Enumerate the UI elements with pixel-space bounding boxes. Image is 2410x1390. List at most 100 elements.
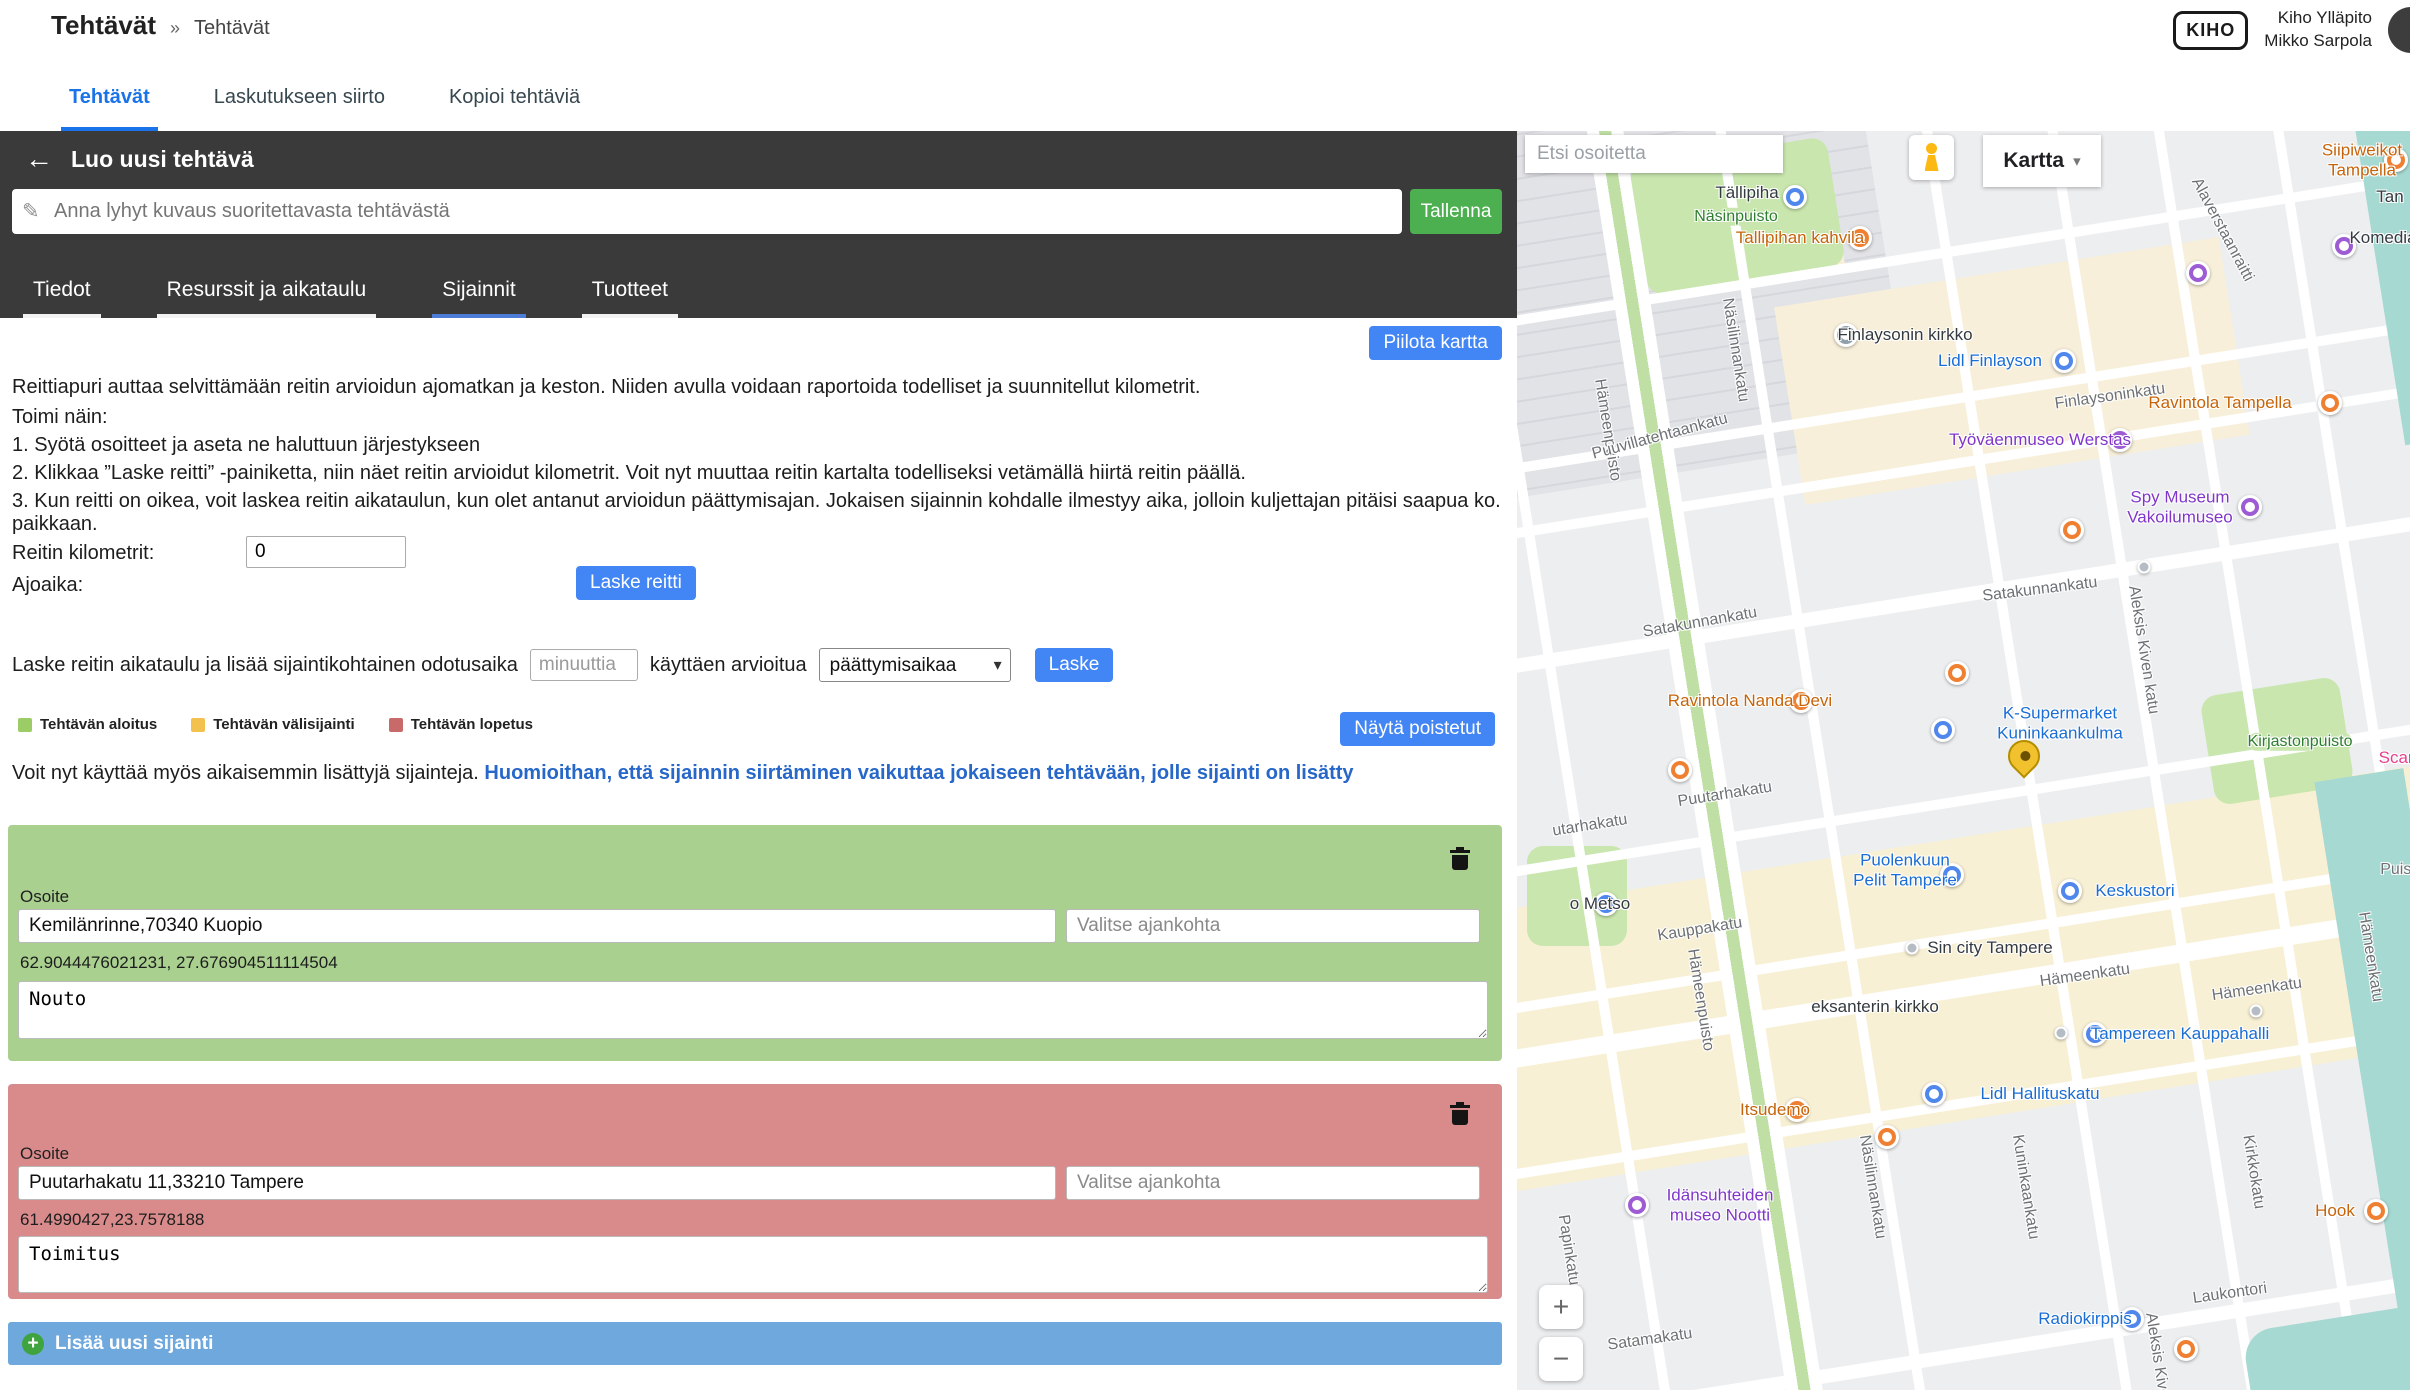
map-label: Ravintola Nanda Devi: [1668, 691, 1832, 711]
route-step-1: 1. Syötä osoitteet ja aseta ne haluttuun…: [12, 434, 480, 457]
map-label: Hämeenpuisto: [1683, 948, 1717, 1053]
map-label: Kirjastonpuisto: [2248, 733, 2353, 751]
locations-note-warning[interactable]: Huomioithan, että sijainnin siirtäminen …: [484, 762, 1353, 784]
user-area: KIHO Kiho Ylläpito Mikko Sarpola: [2173, 0, 2410, 66]
locations-content: Piilota kartta Reittiapuri auttaa selvit…: [0, 318, 1517, 1390]
kiho-logo: KIHO: [2173, 11, 2248, 50]
map-label: Näsinpuisto: [1694, 208, 1778, 226]
map-label: Radiokirppis: [2038, 1309, 2132, 1329]
legend-waypoint: Tehtävän välisijainti: [191, 716, 354, 733]
map-label: Itsudemo: [1740, 1100, 1810, 1120]
legend-start: Tehtävän aloitus: [18, 716, 157, 733]
avatar[interactable]: [2388, 7, 2410, 53]
trash-icon[interactable]: [1450, 847, 1470, 871]
wait-minutes-input[interactable]: [530, 649, 638, 681]
legend-end-swatch: [389, 718, 403, 732]
address-input[interactable]: [18, 909, 1056, 943]
map-label: Papinkatu: [1553, 1213, 1582, 1286]
back-icon[interactable]: ←: [25, 143, 53, 175]
map-label: Aleksis Kiven katu: [2141, 1311, 2179, 1390]
tab-resurssit[interactable]: Resurssit ja aikataulu: [157, 278, 377, 318]
map-label: utarhakatu: [1551, 811, 1629, 841]
route-steps-title: Toimi näin:: [12, 406, 108, 429]
breadcrumb: Tehtävät » Tehtävät: [51, 10, 270, 41]
pencil-icon: ✎: [22, 199, 40, 224]
map-label: Puuvillatehtaankatu: [1590, 410, 1730, 464]
zoom-in-button[interactable]: +: [1539, 1285, 1583, 1329]
map[interactable]: TällipihaNäsinpuistoTallipihan kahvilaSi…: [1517, 131, 2410, 1390]
tab-laskutukseen-siirto[interactable]: Laskutukseen siirto: [206, 67, 393, 131]
coordinates: 62.9044476021231, 27.676904511114504: [20, 953, 338, 973]
route-km-label: Reitin kilometrit:: [12, 542, 154, 565]
map-label: Puutarhakatu: [1677, 778, 1774, 811]
map-label: K-Supermarket Kuninkaankulma: [1997, 703, 2123, 742]
route-intro: Reittiapuri auttaa selvittämään reitin a…: [12, 376, 1200, 399]
save-button[interactable]: Tallenna: [1410, 189, 1502, 234]
address-input[interactable]: [18, 1166, 1056, 1200]
user-name: Mikko Sarpola: [2264, 30, 2372, 53]
map-label: Hämeenkatu: [2354, 911, 2386, 1003]
panel-tabs: Tiedot Resurssit ja aikataulu Sijainnit …: [0, 278, 678, 318]
map-label: Tällipiha: [1715, 183, 1778, 203]
calculate-schedule-button[interactable]: Laske: [1035, 648, 1114, 682]
drive-time-label: Ajoaika:: [12, 574, 83, 597]
map-label: Lidl Finlayson: [1938, 351, 2042, 371]
map-label: Puist: [2380, 861, 2410, 879]
map-label: Scan: [2379, 748, 2410, 768]
map-label: Näsilinnankatu: [1855, 1134, 1890, 1241]
map-label: Hook: [2315, 1201, 2355, 1221]
map-label: Keskustori: [2095, 881, 2174, 901]
main-tabs: Tehtävät Laskutukseen siirto Kopioi teht…: [61, 67, 588, 131]
tab-sijainnit[interactable]: Sijainnit: [432, 278, 526, 318]
hide-map-button[interactable]: Piilota kartta: [1369, 326, 1502, 360]
calculate-route-button[interactable]: Laske reitti: [576, 566, 696, 600]
map-label: Hämeenkatu: [2211, 975, 2303, 1006]
route-km-input[interactable]: [246, 536, 406, 568]
map-label: o Metso: [1570, 894, 1630, 914]
pegman-control[interactable]: [1909, 135, 1954, 180]
zoom-out-button[interactable]: −: [1539, 1337, 1583, 1381]
map-label: Tallipihan kahvila: [1736, 228, 1865, 248]
user-info: Kiho Ylläpito Mikko Sarpola: [2264, 7, 2372, 53]
tab-kopioi-tehtavia[interactable]: Kopioi tehtäviä: [441, 67, 588, 131]
map-label: Hämeenkatu: [2039, 961, 2131, 992]
panel-title: Luo uusi tehtävä: [71, 146, 254, 173]
app: Tehtävät » Tehtävät KIHO Kiho Ylläpito M…: [0, 0, 2410, 1390]
map-labels-layer: TällipihaNäsinpuistoTallipihan kahvilaSi…: [1517, 131, 2410, 1390]
location-note-textarea[interactable]: Toimitus: [18, 1236, 1488, 1293]
task-description-input[interactable]: [12, 189, 1402, 234]
show-deleted-button[interactable]: Näytä poistetut: [1340, 712, 1495, 746]
map-type-button[interactable]: Kartta ▾: [1983, 135, 2101, 187]
location-note-textarea[interactable]: Nouto: [18, 981, 1488, 1039]
datetime-input[interactable]: [1066, 909, 1480, 943]
location-card-end: Osoite 61.4990427,23.7578188 Toimitus: [8, 1084, 1502, 1299]
map-label: Puolenkuun Pelit Tampere: [1853, 850, 1957, 889]
tab-tuotteet[interactable]: Tuotteet: [582, 278, 678, 318]
estimate-type-select-wrap: päättymisaikaa ▾: [819, 648, 1011, 682]
tab-tiedot[interactable]: Tiedot: [23, 278, 101, 318]
legend-end: Tehtävän lopetus: [389, 716, 533, 733]
datetime-input[interactable]: [1066, 1166, 1480, 1200]
page-title: Tehtävät: [51, 10, 156, 41]
map-label: Hämeenpuisto: [1590, 378, 1624, 483]
route-step-3: 3. Kun reitti on oikea, voit laskea reit…: [12, 490, 1517, 536]
legend-start-swatch: [18, 718, 32, 732]
location-card-start: Osoite 62.9044476021231, 27.676904511114…: [8, 825, 1502, 1061]
map-label: Finlaysonin kirkko: [1837, 325, 1972, 345]
plus-icon: +: [22, 1333, 44, 1355]
address-label: Osoite: [20, 887, 69, 907]
trash-icon[interactable]: [1450, 1102, 1470, 1126]
add-location-button[interactable]: + Lisää uusi sijainti: [8, 1322, 1502, 1365]
task-panel: ← Luo uusi tehtävä ✎ Tallenna Tiedot Res…: [0, 131, 1517, 1390]
map-label: Tan: [2376, 187, 2403, 207]
map-label: Aleksis Kiven katu: [2124, 584, 2162, 715]
map-label: Finlaysoninkatu: [2054, 380, 2167, 414]
map-label: Satakunnankatu: [1981, 574, 2098, 606]
user-org: Kiho Ylläpito: [2264, 7, 2372, 30]
map-label: Idänsuhteiden museo Nootti: [1667, 1185, 1774, 1224]
schedule-label: Laske reitin aikataulu ja lisää sijainti…: [12, 654, 518, 677]
estimate-type-select[interactable]: päättymisaikaa: [819, 648, 1011, 682]
map-search-box: [1525, 135, 1783, 173]
map-search-input[interactable]: [1525, 135, 1783, 173]
tab-tehtavat[interactable]: Tehtävät: [61, 67, 158, 131]
